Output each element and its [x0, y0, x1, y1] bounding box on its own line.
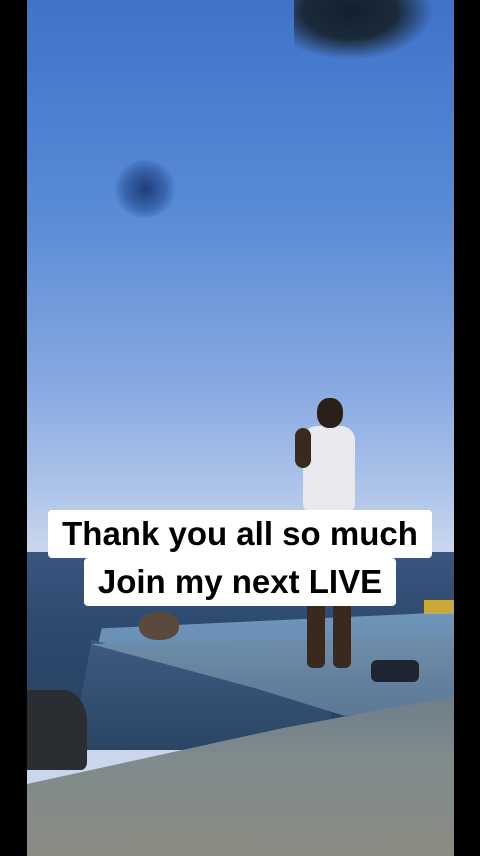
rocks [27, 690, 87, 770]
letterbox-right [454, 0, 480, 856]
person-head [317, 398, 343, 428]
sandals [371, 660, 419, 682]
lens-smudge [115, 160, 175, 218]
palm-leaves [294, 0, 434, 60]
caption-line-2: Join my next LIVE [83, 558, 397, 606]
person-arm [295, 428, 311, 468]
caption-overlay: Thank you all so much Join my next LIVE [0, 510, 480, 606]
caption-line-1: Thank you all so much [48, 510, 432, 558]
video-frame [27, 0, 454, 856]
letterbox-left [0, 0, 27, 856]
person-in-pool [139, 612, 179, 640]
